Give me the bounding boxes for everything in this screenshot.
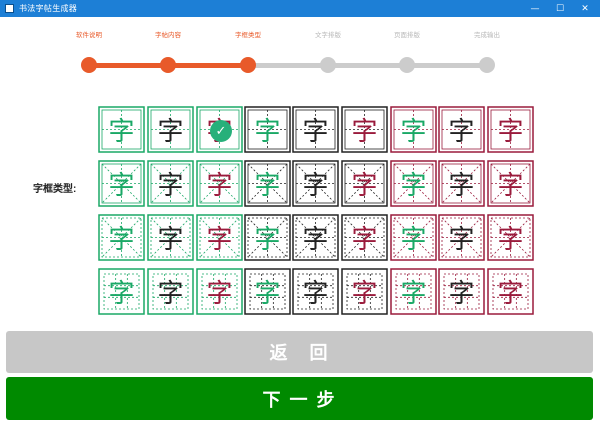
sample-character: 字 [302, 117, 329, 147]
stepper-track [168, 63, 248, 68]
frame-option[interactable]: 字 [390, 214, 437, 261]
frame-option[interactable]: 字 [438, 268, 485, 315]
frame-option[interactable]: 字 [147, 268, 194, 315]
frame-option[interactable]: 字 [98, 160, 145, 207]
app-icon [5, 4, 14, 13]
frame-option[interactable]: 字 [487, 214, 534, 261]
frame-option[interactable]: 字 [196, 268, 243, 315]
sample-character: 字 [302, 279, 329, 309]
step-label: 文字排版 [315, 31, 341, 39]
step-dot [320, 57, 336, 73]
frame-option[interactable]: 字 [98, 214, 145, 261]
sample-character: 字 [400, 279, 427, 309]
sample-character: 字 [108, 225, 135, 255]
frame-option[interactable]: 字 [292, 268, 339, 315]
sample-character: 字 [254, 279, 281, 309]
frame-option[interactable]: 字 [487, 268, 534, 315]
next-button[interactable]: 下 一 步 [6, 377, 593, 420]
sample-character: 字 [206, 225, 233, 255]
step-label: 完成输出 [474, 31, 500, 39]
frame-option[interactable]: 字 [487, 160, 534, 207]
sample-character: 字 [448, 279, 475, 309]
sample-character: 字 [497, 279, 524, 309]
frame-option[interactable]: 字 [390, 268, 437, 315]
frame-option[interactable]: 字 [341, 160, 388, 207]
sample-character: 字 [254, 225, 281, 255]
sample-character: 字 [157, 225, 184, 255]
frame-option[interactable]: 字 [196, 160, 243, 207]
sample-character: 字 [497, 225, 524, 255]
frame-option[interactable]: 字 [341, 268, 388, 315]
sample-character: 字 [302, 171, 329, 201]
step-dot [240, 57, 256, 73]
sample-character: 字 [108, 117, 135, 147]
close-button[interactable]: ✕ [574, 0, 596, 17]
sample-character: 字 [157, 117, 184, 147]
frame-option[interactable]: 字 [438, 106, 485, 153]
frame-option[interactable]: 字 [292, 106, 339, 153]
sample-character: 字 [400, 225, 427, 255]
frame-type-label: 字框类型: [33, 184, 77, 195]
stepper-track [407, 63, 487, 68]
frame-option[interactable]: 字 [292, 160, 339, 207]
title-bar: 书法字帖生成器 — ☐ ✕ [0, 0, 600, 17]
sample-character: 字 [497, 171, 524, 201]
step-label: 页面排版 [394, 31, 420, 39]
step-label: 字帖内容 [155, 31, 181, 39]
sample-character: 字 [351, 279, 378, 309]
frame-option[interactable]: 字 [438, 160, 485, 207]
frame-option[interactable]: 字 [244, 214, 291, 261]
app-window: 书法字帖生成器 — ☐ ✕ 软件说明 字帖内容 字框类型 文字排版 页面排版 完成输出 字… [0, 0, 600, 421]
frame-option[interactable]: 字 [98, 268, 145, 315]
window-title: 书法字帖生成器 [19, 4, 78, 13]
back-button[interactable]: 返 回 [6, 331, 593, 373]
frame-option[interactable]: 字 [341, 214, 388, 261]
frame-option[interactable]: 字 [98, 106, 145, 153]
frame-option[interactable]: 字 [341, 106, 388, 153]
sample-character: 字 [400, 117, 427, 147]
sample-character: 字 [400, 171, 427, 201]
sample-character: 字 [254, 171, 281, 201]
sample-character: 字 [497, 117, 524, 147]
step-label: 软件说明 [76, 31, 102, 39]
sample-character: 字 [351, 117, 378, 147]
step-dot [81, 57, 97, 73]
frame-option[interactable]: 字 [147, 106, 194, 153]
frame-option[interactable]: 字 [244, 106, 291, 153]
sample-character: 字 [157, 279, 184, 309]
frame-option[interactable]: 字 [487, 106, 534, 153]
step-dot [479, 57, 495, 73]
stepper-track [328, 63, 407, 68]
frame-option[interactable]: 字 [438, 214, 485, 261]
stepper-track [248, 63, 328, 68]
sample-character: 字 [254, 117, 281, 147]
progress-stepper: 软件说明 字帖内容 字框类型 文字排版 页面排版 完成输出 [0, 17, 600, 73]
sample-character: 字 [302, 225, 329, 255]
sample-character: 字 [108, 279, 135, 309]
maximize-button[interactable]: ☐ [549, 0, 571, 17]
sample-character: 字 [351, 225, 378, 255]
sample-character: 字 [108, 171, 135, 201]
minimize-button[interactable]: — [524, 0, 546, 17]
frame-option[interactable]: 字 [244, 268, 291, 315]
frame-option[interactable]: 字 [147, 214, 194, 261]
step-label: 字框类型 [235, 31, 261, 39]
sample-character: 字 [448, 117, 475, 147]
sample-character: 字 [448, 171, 475, 201]
frame-option[interactable]: 字 [292, 214, 339, 261]
selected-check-icon: ✓ [210, 120, 232, 142]
step-dot [399, 57, 415, 73]
sample-character: 字 [157, 171, 184, 201]
sample-character: 字 [206, 279, 233, 309]
sample-character: 字 [206, 171, 233, 201]
frame-option[interactable]: 字 [147, 160, 194, 207]
frame-option[interactable]: 字 [244, 160, 291, 207]
sample-character: 字 [351, 171, 378, 201]
frame-option[interactable]: 字 [196, 214, 243, 261]
frame-option[interactable]: 字 [390, 106, 437, 153]
frame-option[interactable]: 字 [390, 160, 437, 207]
step-dot [160, 57, 176, 73]
stepper-track [89, 63, 168, 68]
sample-character: 字 [448, 225, 475, 255]
